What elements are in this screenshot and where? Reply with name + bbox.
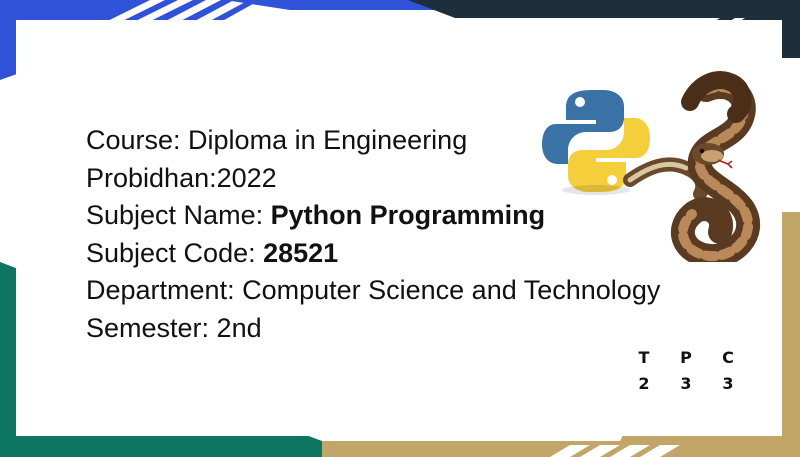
- theory-header: T: [638, 347, 650, 367]
- tpc-value-row: 2 3 3: [623, 370, 749, 396]
- tpc-table: T P C 2 3 3: [623, 344, 749, 396]
- credit-header: C: [722, 347, 734, 367]
- semester-line: Semester: 2nd: [86, 312, 262, 343]
- theory-value: 2: [638, 373, 650, 393]
- tpc-header-row: T P C: [623, 344, 749, 370]
- slide: Course: Diploma in Engineering Probidhan…: [0, 0, 800, 457]
- subject-name-line: Subject Name: Python Programming: [86, 200, 546, 230]
- snake-illustration: [623, 71, 761, 262]
- subject-code-line: Subject Code: 28521: [86, 237, 339, 268]
- navy-corner-band: [408, 0, 800, 18]
- practical-value: 3: [680, 373, 692, 393]
- credit-value: 3: [722, 373, 734, 393]
- practical-header: P: [680, 347, 692, 367]
- department-line: Department: Computer Science and Technol…: [86, 275, 661, 305]
